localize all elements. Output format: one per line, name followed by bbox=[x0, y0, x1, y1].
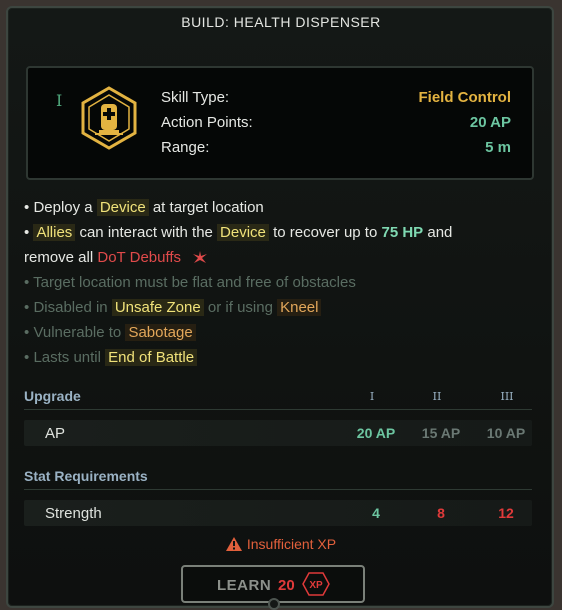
desc-line-7: • Lasts until End of Battle bbox=[24, 349, 198, 366]
rank-numeral: I bbox=[56, 91, 63, 110]
keyword-device[interactable]: Device bbox=[96, 199, 149, 216]
desc-text: Lasts until bbox=[33, 349, 101, 366]
skill-type-value: Field Control bbox=[418, 89, 512, 106]
requirement-value-2: 8 bbox=[437, 505, 445, 521]
keyword-device[interactable]: Device bbox=[217, 224, 269, 241]
desc-text: to recover up to bbox=[273, 224, 378, 241]
upgrade-value-3: 10 AP bbox=[486, 425, 526, 441]
bullet: • bbox=[24, 299, 30, 316]
desc-text: Vulnerable to bbox=[33, 324, 122, 341]
insufficient-xp-warning: Insufficient XP bbox=[0, 536, 562, 552]
skill-type-label: Skill Type: bbox=[161, 89, 230, 106]
bullet: • bbox=[24, 324, 30, 341]
desc-text: can interact with the bbox=[79, 224, 213, 241]
divider bbox=[24, 489, 532, 490]
bullet: • bbox=[24, 274, 30, 291]
warning-text: Insufficient XP bbox=[246, 536, 337, 552]
desc-text: Disabled in bbox=[33, 299, 108, 316]
keyword-sabotage[interactable]: Sabotage bbox=[125, 324, 196, 341]
requirement-row-label: Strength bbox=[45, 505, 102, 522]
bullet: • bbox=[24, 199, 30, 216]
desc-line-3: remove all DoT Debuffs bbox=[24, 249, 209, 266]
bullet: • bbox=[24, 224, 30, 241]
upgrade-value-2: 15 AP bbox=[421, 425, 461, 441]
xp-label: XP bbox=[309, 580, 323, 591]
health-dispenser-icon bbox=[81, 86, 137, 150]
keyword-kneel[interactable]: Kneel bbox=[277, 299, 322, 316]
requirement-value-1: 4 bbox=[372, 505, 380, 521]
action-points-value: 20 AP bbox=[469, 114, 511, 131]
upgrade-row-label: AP bbox=[45, 425, 66, 442]
divider bbox=[24, 409, 532, 410]
desc-text: remove all bbox=[24, 249, 94, 266]
desc-text: Deploy a bbox=[33, 199, 93, 216]
dot-debuff-icon bbox=[193, 251, 208, 263]
desc-text: at target location bbox=[152, 199, 264, 216]
keyword-allies[interactable]: Allies bbox=[33, 224, 76, 241]
desc-text: or if using bbox=[207, 299, 273, 316]
learn-cost: 20 bbox=[278, 577, 295, 594]
desc-text: and bbox=[427, 224, 453, 241]
desc-line-6: • Vulnerable to Sabotage bbox=[24, 324, 196, 341]
warning-icon bbox=[225, 537, 242, 551]
panel-title: BUILD: HEALTH DISPENSER bbox=[181, 14, 381, 30]
action-points-label: Action Points: bbox=[161, 114, 253, 131]
upgrade-heading: Upgrade bbox=[24, 388, 81, 404]
range-value: 5 m bbox=[485, 139, 511, 156]
desc-line-2: • Allies can interact with the Device to… bbox=[24, 224, 452, 241]
tier-2-label: II bbox=[432, 390, 442, 403]
range-label: Range: bbox=[161, 139, 210, 156]
desc-text: Target location must be flat and free of… bbox=[33, 274, 356, 291]
keyword-dot-debuffs[interactable]: DoT Debuffs bbox=[97, 249, 181, 266]
xp-badge-icon: XP bbox=[302, 572, 330, 596]
keyword-unsafe-zone[interactable]: Unsafe Zone bbox=[111, 299, 204, 316]
desc-line-5: • Disabled in Unsafe Zone or if using Kn… bbox=[24, 299, 322, 316]
requirement-value-3: 12 bbox=[498, 505, 514, 521]
bullet: • bbox=[24, 349, 30, 366]
upgrade-value-1: 20 AP bbox=[356, 425, 396, 441]
keyword-end-of-battle[interactable]: End of Battle bbox=[105, 349, 198, 366]
tier-1-label: I bbox=[369, 390, 375, 403]
stat-requirements-heading: Stat Requirements bbox=[24, 468, 148, 484]
tier-3-label: III bbox=[500, 390, 514, 403]
heal-amount: 75 HP bbox=[381, 224, 424, 241]
desc-line-4: • Target location must be flat and free … bbox=[24, 274, 356, 291]
bottom-connector bbox=[268, 598, 280, 610]
desc-line-1: • Deploy a Device at target location bbox=[24, 199, 264, 216]
learn-label: LEARN bbox=[217, 577, 272, 594]
